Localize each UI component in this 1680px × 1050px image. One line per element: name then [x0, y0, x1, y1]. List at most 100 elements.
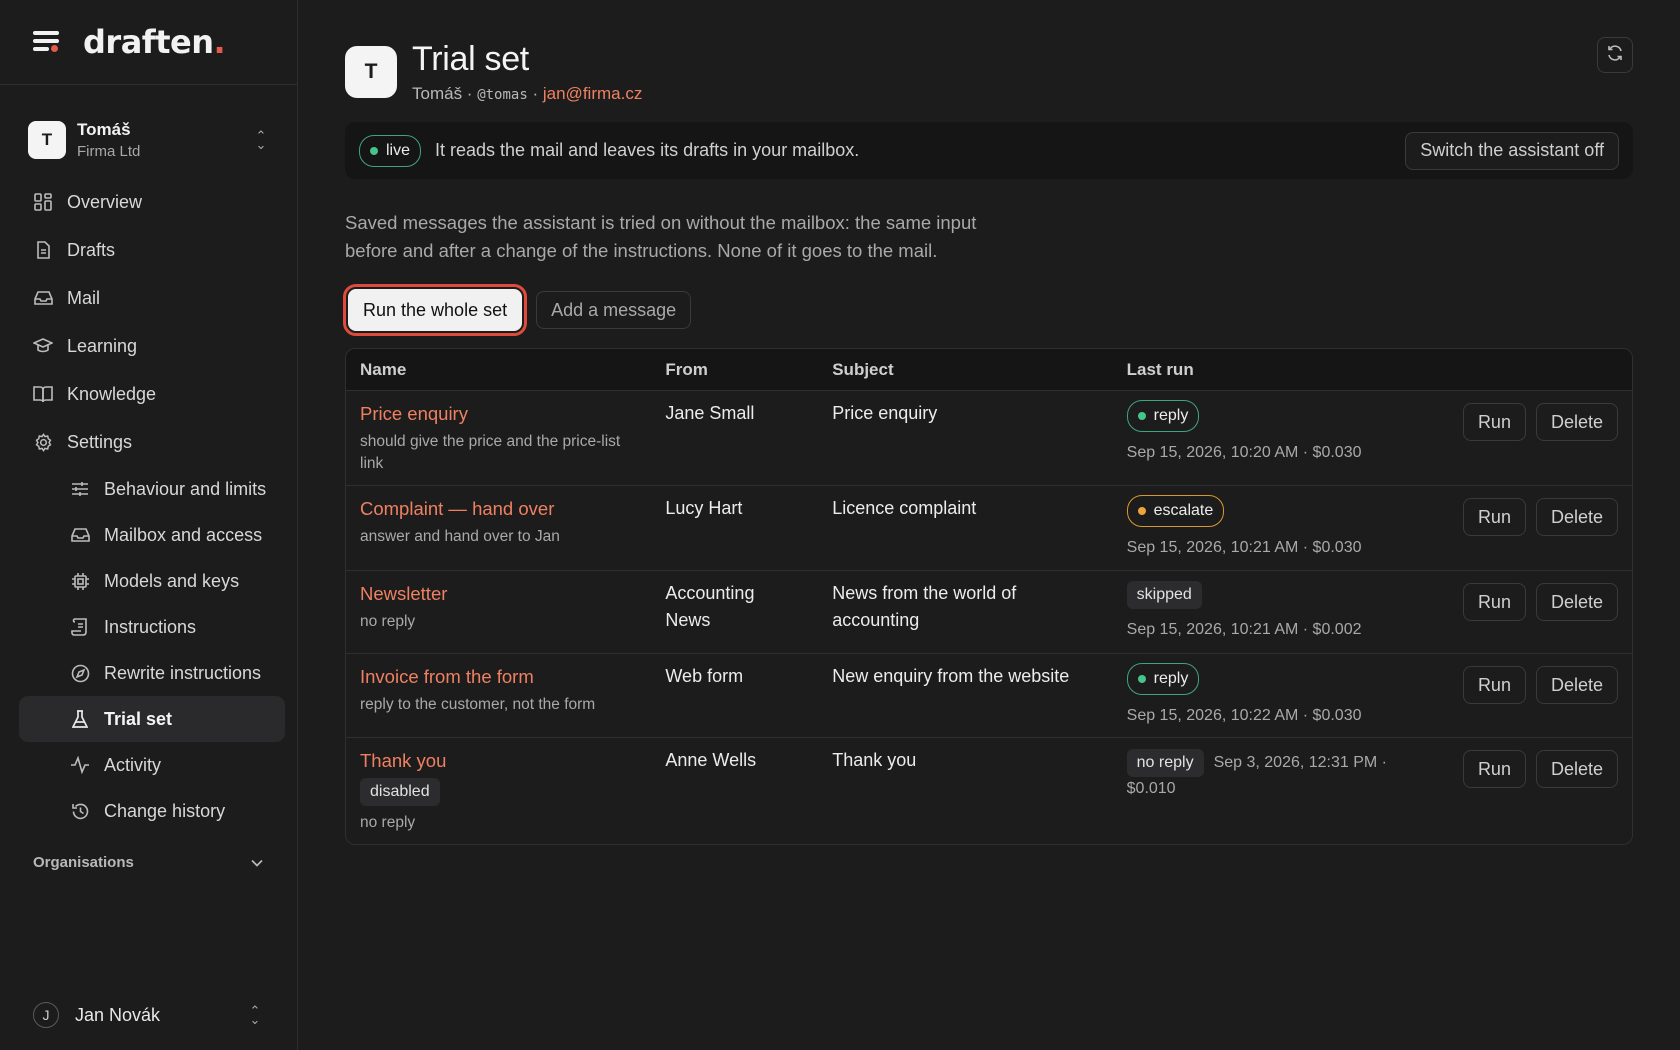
result-badge: reply — [1126, 663, 1200, 695]
result-badge: skipped — [1126, 581, 1202, 609]
organisations-label: Organisations — [33, 854, 134, 871]
scroll-icon — [70, 617, 90, 637]
assistant-status-banner: live It reads the mail and leaves its dr… — [345, 122, 1633, 179]
table-row: Newsletter no reply Accounting News News … — [346, 571, 1632, 654]
delete-button[interactable]: Delete — [1535, 498, 1618, 536]
inbox-icon — [33, 288, 53, 308]
message-note: no reply — [360, 613, 416, 630]
table-row: Price enquiry should give the price and t… — [346, 391, 1632, 486]
nav-label: Drafts — [67, 239, 116, 260]
page-avatar: T — [345, 46, 397, 98]
run-button[interactable]: Run — [1462, 583, 1526, 621]
run-whole-set-button[interactable]: Run the whole set — [342, 284, 528, 336]
run-button[interactable]: Run — [1462, 498, 1526, 536]
page-subtitle: Tomáš · @tomas · jan@firma.cz — [412, 84, 642, 104]
run-button[interactable]: Run — [1462, 666, 1526, 704]
user-name: Jan Novák — [75, 1004, 161, 1025]
message-name-link[interactable]: Thank you — [360, 750, 637, 772]
message-name-link[interactable]: Invoice from the form — [360, 666, 637, 688]
message-subject: Licence complaint — [818, 486, 1113, 571]
table-row: Thank you disabled no reply Anne Wells Tha… — [346, 738, 1632, 844]
page-title: Trial set — [412, 40, 529, 78]
nav-item-knowledge[interactable]: Knowledge — [0, 370, 285, 418]
message-name-link[interactable]: Newsletter — [360, 583, 637, 605]
refresh-button[interactable] — [1597, 37, 1633, 73]
separator: · — [462, 84, 478, 103]
message-subject: Thank you — [832, 750, 917, 770]
switch-assistant-off-button[interactable]: Switch the assistant off — [1405, 131, 1619, 170]
owner-name: Tomáš — [412, 84, 463, 103]
run-info: Sep 15, 2026, 10:22 AM · $0.030 — [1126, 707, 1362, 724]
subnav-item-rewrite[interactable]: Rewrite instructions — [0, 650, 285, 696]
main-nav: Overview Drafts Mail Learning Knowledge … — [0, 178, 297, 834]
run-button[interactable]: Run — [1462, 403, 1526, 441]
account-switcher[interactable]: T Tomáš Firma Ltd ⌃ ⌄ — [0, 116, 297, 164]
menu-icon[interactable] — [33, 31, 59, 53]
table-header-row: Name From Subject Last run — [346, 349, 1632, 391]
delete-button[interactable]: Delete — [1535, 666, 1618, 704]
account-name: Tomáš — [77, 120, 131, 139]
nav-item-drafts[interactable]: Drafts — [0, 226, 285, 274]
status-dot — [370, 146, 378, 155]
subnav-item-mailbox[interactable]: Mailbox and access — [0, 512, 285, 558]
message-from: Lucy Hart — [651, 486, 819, 571]
sliders-icon — [70, 479, 90, 499]
nav-label: Mail — [67, 287, 101, 308]
column-header-from[interactable]: From — [651, 349, 819, 391]
activity-icon — [70, 755, 90, 775]
status-label: live — [386, 141, 411, 159]
run-button[interactable]: Run — [1462, 750, 1526, 788]
account-avatar: T — [28, 121, 66, 159]
subnav-item-models[interactable]: Models and keys — [0, 558, 285, 604]
message-name-link[interactable]: Complaint — hand over — [360, 498, 637, 520]
nav-label: Trial set — [104, 708, 173, 729]
nav-label: Rewrite instructions — [104, 662, 262, 683]
column-header-name[interactable]: Name — [346, 349, 652, 391]
nav-item-settings[interactable]: Settings — [0, 418, 285, 466]
message-note: should give the price and the price-list… — [360, 433, 621, 472]
message-name-link[interactable]: Price enquiry — [360, 403, 637, 425]
subnav-item-activity[interactable]: Activity — [0, 742, 285, 788]
nav-label: Activity — [104, 754, 162, 775]
run-info: Sep 15, 2026, 10:21 AM · $0.030 — [1126, 539, 1362, 556]
user-menu[interactable]: J Jan Novák ⌃ ⌄ — [33, 1002, 263, 1028]
run-info: Sep 15, 2026, 10:21 AM · $0.002 — [1126, 621, 1362, 638]
nav-item-learning[interactable]: Learning — [0, 322, 285, 370]
column-header-last-run[interactable]: Last run — [1112, 349, 1442, 391]
gear-icon — [33, 432, 53, 452]
actions-bar: Run the whole set Add a message — [342, 284, 1633, 336]
nav-label: Learning — [67, 335, 138, 356]
logo[interactable]: draften. — [83, 23, 226, 61]
delete-button[interactable]: Delete — [1535, 750, 1618, 788]
nav-label: Change history — [104, 800, 226, 821]
subnav-item-instructions[interactable]: Instructions — [0, 604, 285, 650]
chevron-updown-icon: ⌃ ⌄ — [255, 128, 267, 152]
subnav-item-change-history[interactable]: Change history — [0, 788, 285, 834]
user-avatar: J — [33, 1002, 59, 1028]
subnav-item-trial-set[interactable]: Trial set — [19, 696, 285, 742]
message-from: Accounting News — [651, 571, 819, 654]
grid-icon — [33, 192, 53, 212]
owner-email-link[interactable]: jan@firma.cz — [543, 84, 642, 103]
column-header-subject[interactable]: Subject — [818, 349, 1113, 391]
delete-button[interactable]: Delete — [1535, 583, 1618, 621]
compass-icon — [70, 663, 90, 683]
nav-item-mail[interactable]: Mail — [0, 274, 285, 322]
subnav-item-behaviour[interactable]: Behaviour and limits — [0, 466, 285, 512]
owner-handle: @tomas — [477, 87, 528, 103]
delete-button[interactable]: Delete — [1535, 403, 1618, 441]
chevron-down-icon — [251, 854, 263, 871]
message-from: Web form — [651, 654, 819, 738]
nav-label: Mailbox and access — [104, 524, 263, 545]
nav-item-overview[interactable]: Overview — [0, 178, 285, 226]
column-header-actions — [1441, 349, 1632, 391]
organisations-toggle[interactable]: Organisations — [0, 854, 297, 871]
nav-label: Settings — [67, 431, 133, 452]
run-info: Sep 15, 2026, 10:20 AM · $0.030 — [1126, 444, 1362, 461]
flask-icon — [70, 709, 90, 729]
add-message-button[interactable]: Add a message — [536, 291, 692, 329]
main-content: T Trial set Tomáš · @tomas · jan@firma.c… — [342, 0, 1633, 845]
nav-label: Behaviour and limits — [104, 478, 267, 499]
nav-label: Instructions — [104, 616, 197, 637]
message-subject: New enquiry from the website — [818, 654, 1113, 738]
